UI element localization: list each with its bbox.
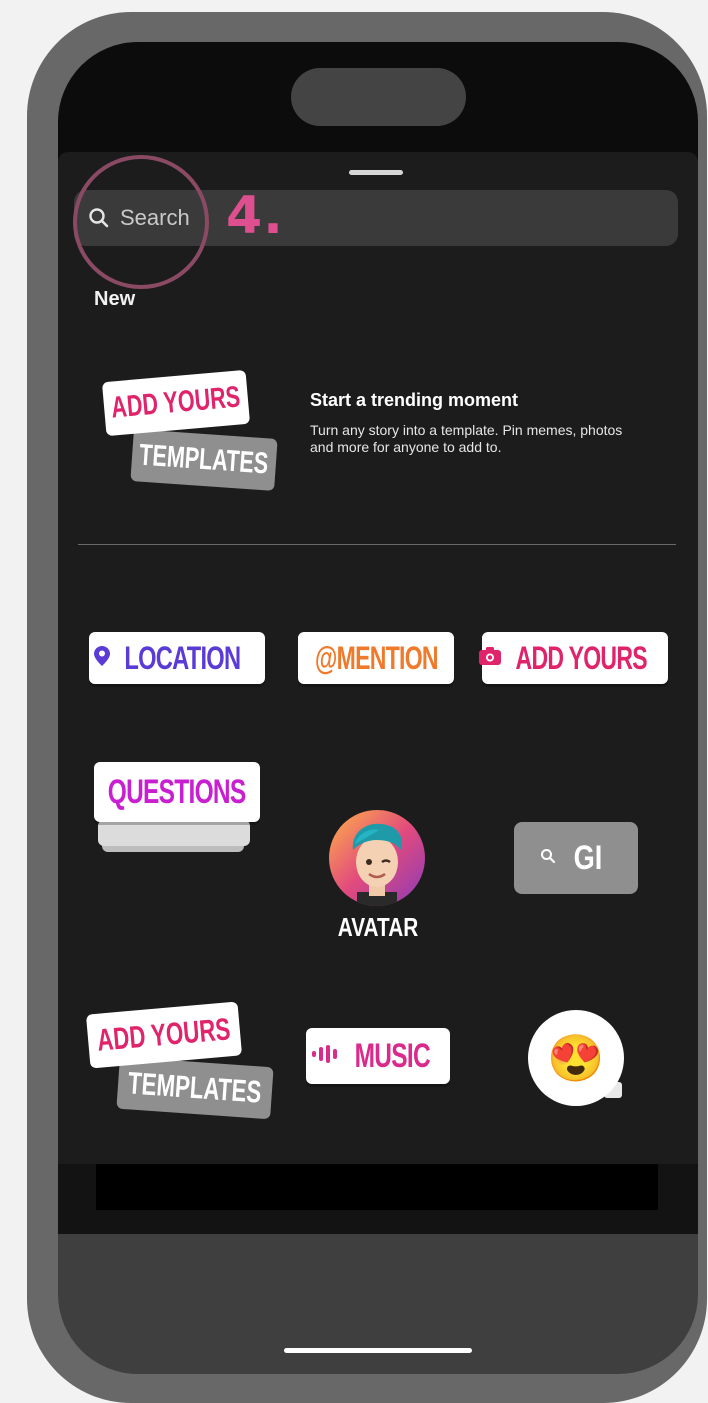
section-title-new: New bbox=[94, 288, 136, 310]
mention-sticker[interactable]: @MENTION bbox=[298, 632, 454, 684]
trending-title: Start a trending moment bbox=[310, 390, 519, 410]
home-indicator[interactable] bbox=[284, 1348, 472, 1353]
questions-sticker-stack-2 bbox=[98, 820, 250, 846]
add-yours-templates-sticker-top[interactable]: ADD YOURS bbox=[101, 369, 251, 437]
camera-icon bbox=[478, 646, 502, 671]
sticker-sheet: Search 4. New ADD YOURS TEMPLATES Start … bbox=[58, 152, 698, 1164]
location-sticker[interactable]: LOCATION bbox=[89, 632, 265, 684]
dynamic-island bbox=[291, 68, 466, 126]
step-number: 4. bbox=[226, 186, 284, 246]
avatar-label: AVATAR bbox=[337, 912, 419, 942]
avatar-sticker[interactable] bbox=[329, 810, 425, 906]
callout-circle bbox=[73, 155, 209, 289]
divider bbox=[78, 544, 676, 545]
gif-sticker[interactable]: GI bbox=[514, 822, 638, 894]
sheet-grabber[interactable] bbox=[349, 170, 403, 175]
bottom-black-inner bbox=[96, 1164, 658, 1210]
music-sticker[interactable]: MUSIC bbox=[306, 1028, 450, 1084]
emoji-reaction-sticker[interactable]: 😍 bbox=[528, 1010, 624, 1106]
add-yours-sticker[interactable]: ADD YOURS bbox=[478, 632, 668, 684]
search-icon bbox=[540, 848, 556, 869]
questions-sticker[interactable]: QUESTIONS bbox=[94, 762, 260, 822]
trending-description: Turn any story into a template. Pin meme… bbox=[310, 422, 623, 455]
location-pin-icon bbox=[93, 645, 110, 671]
templates-sticker-bottom[interactable]: TEMPLATES bbox=[130, 429, 278, 491]
bottom-black-area bbox=[58, 1164, 698, 1234]
phone-screen: Search 4. New ADD YOURS TEMPLATES Start … bbox=[58, 42, 698, 1374]
avatar-face-icon bbox=[352, 823, 402, 906]
sound-wave-icon bbox=[311, 1044, 342, 1068]
heart-eyes-emoji-icon: 😍 bbox=[547, 1031, 605, 1084]
add-yours-templates-sticker-2-top[interactable]: ADD YOURS bbox=[85, 1001, 243, 1069]
templates-sticker-2-bottom[interactable]: TEMPLATES bbox=[116, 1056, 274, 1120]
